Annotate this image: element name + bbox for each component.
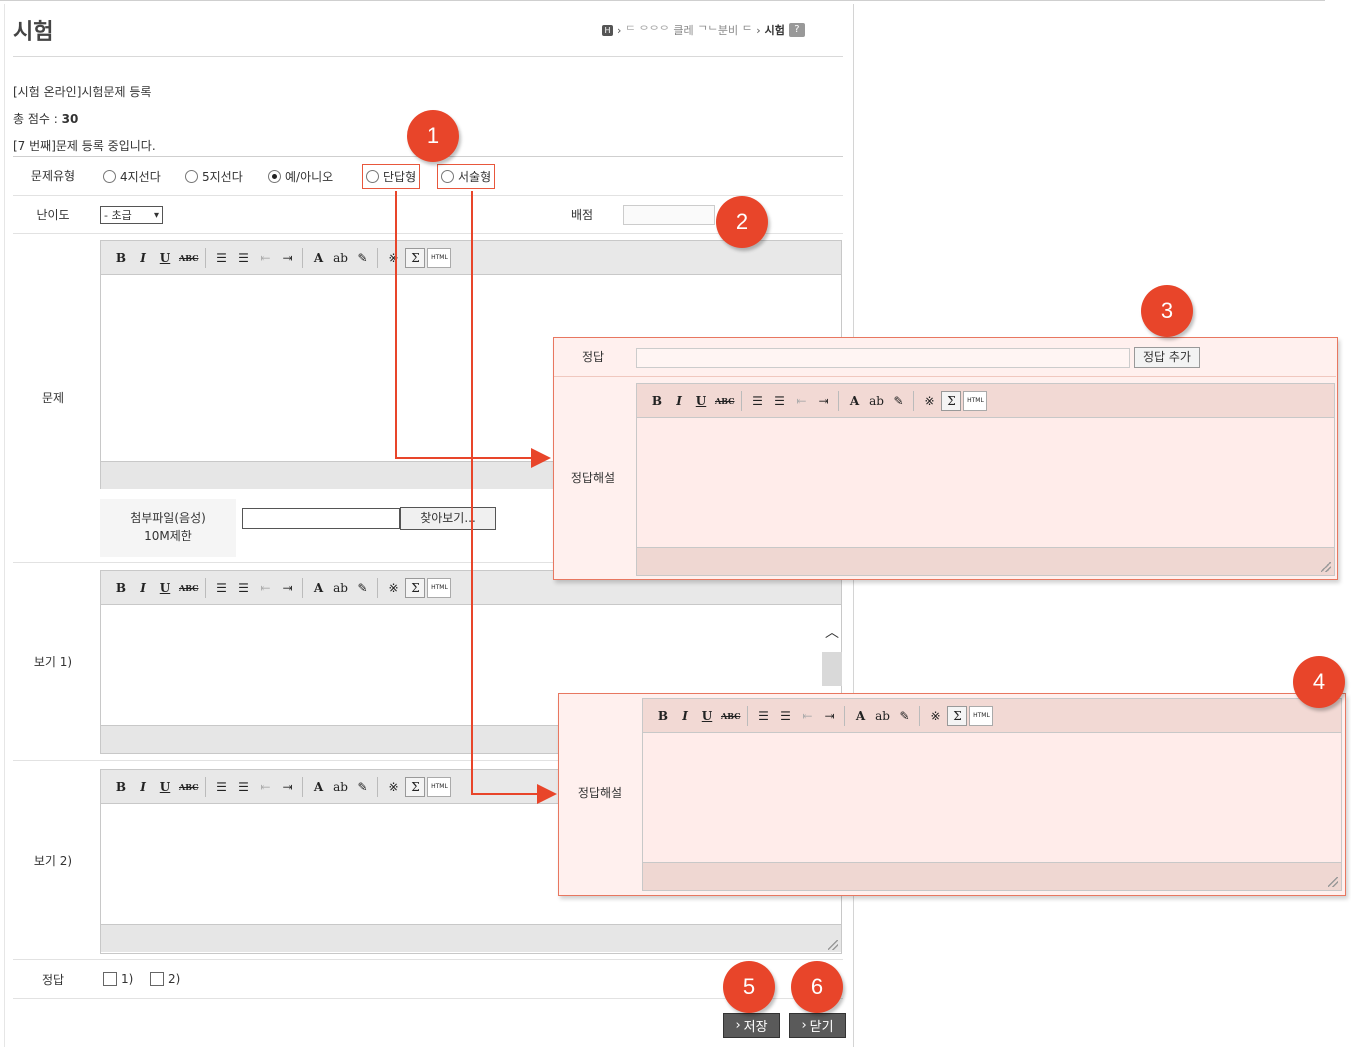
sigma-icon[interactable]: Σ	[947, 705, 968, 726]
underline-button[interactable]: U	[697, 706, 717, 726]
explanation-editor[interactable]: B I U ABC ☰ ☰ ⇤ ⇥ A ab ✎ ※ Σ HTML	[636, 383, 1335, 576]
html-mode-button[interactable]: HTML	[969, 705, 994, 726]
edit-icon[interactable]: ✎	[888, 391, 908, 411]
toolbar-separator	[919, 705, 921, 726]
essay-explanation-editor[interactable]: B I U ABC ☰ ☰ ⇤ ⇥ A ab ✎ ※ Σ HTML	[642, 698, 1342, 891]
editor-footer	[637, 547, 1334, 575]
callout-5: 5	[723, 961, 775, 1013]
arrow-essay	[471, 191, 557, 804]
popup-explanation-label: 정답해설	[570, 471, 616, 485]
italic-button[interactable]: I	[669, 391, 689, 411]
callout-3: 3	[1141, 285, 1193, 337]
callout-2: 2	[716, 196, 768, 248]
callout-6: 6	[791, 961, 843, 1013]
resize-grip-icon[interactable]	[1321, 562, 1331, 572]
edit-icon[interactable]: ✎	[894, 706, 914, 726]
ordered-list-icon[interactable]: ☰	[753, 706, 773, 726]
toolbar-separator	[844, 705, 846, 726]
essay-panel: 정답해설 B I U ABC ☰ ☰ ⇤ ⇥ A ab ✎ ※ Σ HTML	[558, 693, 1346, 896]
italic-button[interactable]: I	[675, 706, 695, 726]
html-mode-button[interactable]: HTML	[963, 390, 988, 411]
editor-footer	[643, 862, 1341, 890]
special-char-icon[interactable]: ※	[919, 391, 939, 411]
outdent-icon[interactable]: ⇤	[791, 391, 811, 411]
short-answer-panel: 정답 정답 추가 정답해설 B I U ABC ☰ ☰ ⇤ ⇥ A ab ✎ ※…	[553, 337, 1338, 580]
indent-icon[interactable]: ⇥	[819, 706, 839, 726]
bold-button[interactable]: B	[653, 706, 673, 726]
answer-input[interactable]	[636, 348, 1130, 368]
popup-answer-label: 정답	[581, 350, 605, 364]
strike-button[interactable]: ABC	[713, 391, 736, 411]
toolbar-separator	[747, 705, 749, 726]
indent-icon[interactable]: ⇥	[813, 391, 833, 411]
add-answer-button[interactable]: 정답 추가	[1134, 347, 1200, 368]
toolbar-separator	[913, 390, 915, 411]
callout-4: 4	[1293, 656, 1345, 708]
editor-body[interactable]	[643, 733, 1341, 862]
popup-explanation-label: 정답해설	[577, 786, 623, 800]
row-divider	[554, 376, 1336, 377]
toolbar-separator	[741, 390, 743, 411]
outdent-icon[interactable]: ⇤	[797, 706, 817, 726]
ordered-list-icon[interactable]: ☰	[747, 391, 767, 411]
highlight-icon[interactable]: ab	[866, 391, 886, 411]
strike-button[interactable]: ABC	[719, 706, 742, 726]
resize-grip-icon[interactable]	[1328, 877, 1338, 887]
font-color-icon[interactable]: A	[850, 706, 870, 726]
special-char-icon[interactable]: ※	[925, 706, 945, 726]
underline-button[interactable]: U	[691, 391, 711, 411]
sigma-icon[interactable]: Σ	[941, 390, 962, 411]
callout-1: 1	[407, 110, 459, 162]
unordered-list-icon[interactable]: ☰	[775, 706, 795, 726]
editor-body[interactable]	[637, 418, 1334, 547]
toolbar-separator	[838, 390, 840, 411]
highlight-icon[interactable]: ab	[872, 706, 892, 726]
editor-toolbar: B I U ABC ☰ ☰ ⇤ ⇥ A ab ✎ ※ Σ HTML	[643, 699, 1341, 733]
editor-toolbar: B I U ABC ☰ ☰ ⇤ ⇥ A ab ✎ ※ Σ HTML	[637, 384, 1334, 418]
unordered-list-icon[interactable]: ☰	[769, 391, 789, 411]
font-color-icon[interactable]: A	[844, 391, 864, 411]
bold-button[interactable]: B	[647, 391, 667, 411]
